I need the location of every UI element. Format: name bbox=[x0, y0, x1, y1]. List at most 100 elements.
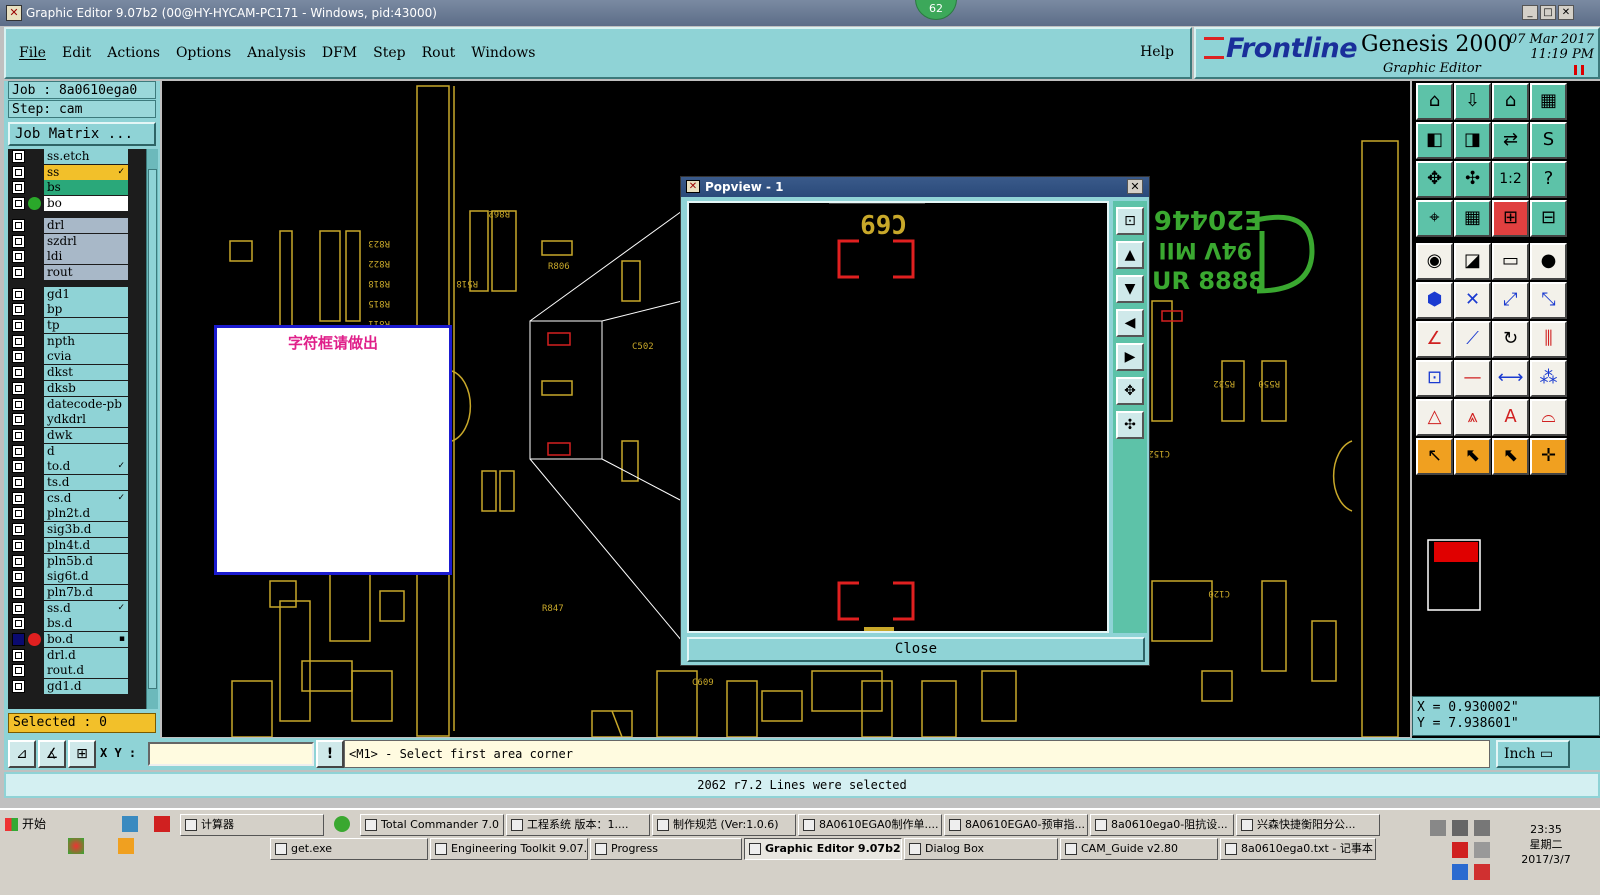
pan-right-tool-icon[interactable]: ◨ bbox=[1454, 122, 1491, 159]
layer-scrollbar[interactable] bbox=[146, 149, 158, 709]
fit-icon[interactable]: ✥ bbox=[1416, 161, 1453, 198]
menu-windows[interactable]: Windows bbox=[471, 45, 535, 61]
layer-checkbox[interactable] bbox=[12, 165, 25, 179]
units-select[interactable]: Inch ▭ bbox=[1496, 740, 1570, 768]
minus-icon[interactable]: — bbox=[1454, 360, 1491, 397]
layer-row[interactable]: rout bbox=[8, 264, 128, 280]
star-icon[interactable] bbox=[118, 838, 134, 854]
layer-checkbox[interactable] bbox=[12, 664, 25, 678]
task-cam-guide[interactable]: CAM_Guide v2.80 bbox=[1060, 838, 1218, 860]
mirror-icon[interactable]: ⇄ bbox=[1492, 122, 1529, 159]
layer-row[interactable]: sig6t.d bbox=[8, 569, 128, 585]
snap-icon[interactable]: S bbox=[1530, 122, 1567, 159]
record-icon[interactable]: ◉ bbox=[1416, 243, 1453, 280]
layer-name[interactable]: gd1 bbox=[44, 286, 128, 302]
layer-name[interactable]: dkst bbox=[44, 365, 128, 381]
connect-icon[interactable]: ⤢ bbox=[1492, 282, 1529, 319]
layer-row[interactable]: gd1.d bbox=[8, 679, 128, 695]
menu-actions[interactable]: Actions bbox=[107, 45, 160, 61]
layer-checkbox[interactable] bbox=[12, 350, 25, 364]
layer-row[interactable]: ss ✓ bbox=[8, 164, 128, 180]
menu-step[interactable]: Step bbox=[373, 45, 405, 61]
letter-a-icon[interactable]: A bbox=[1492, 399, 1529, 436]
popview-canvas[interactable]: C69 bbox=[687, 201, 1109, 633]
layer-row[interactable]: rout.d bbox=[8, 663, 128, 679]
layer-row[interactable]: bs.d bbox=[8, 616, 128, 632]
layer-name[interactable]: dksb bbox=[44, 380, 128, 396]
parallel-icon[interactable]: ⫼ bbox=[1530, 321, 1567, 358]
layer-checkbox[interactable] bbox=[12, 460, 25, 474]
grid-mode-icon[interactable]: ⊞ bbox=[68, 740, 96, 768]
pan-right-icon[interactable]: ▶ bbox=[1116, 343, 1144, 371]
layer-name[interactable]: npth bbox=[44, 333, 128, 349]
line-node-icon[interactable]: ⤡ bbox=[1530, 282, 1567, 319]
pan-left-tool-icon[interactable]: ◧ bbox=[1416, 122, 1453, 159]
distance-icon[interactable]: ⟷ bbox=[1492, 360, 1529, 397]
layer-checkbox[interactable] bbox=[12, 680, 25, 694]
layer-checkbox[interactable] bbox=[12, 554, 25, 568]
layer-toggle-icon[interactable]: ⊞ bbox=[1492, 200, 1529, 237]
menu-options[interactable]: Options bbox=[176, 45, 231, 61]
pointer-move-icon[interactable]: ✛ bbox=[1530, 438, 1567, 475]
pause-icon[interactable] bbox=[1574, 65, 1584, 75]
tray-printer-icon[interactable] bbox=[1430, 820, 1446, 836]
diagonal-icon[interactable]: ⟋ bbox=[1454, 321, 1491, 358]
measure-icon[interactable]: ⌖ bbox=[1416, 200, 1453, 237]
layer-row[interactable]: tp bbox=[8, 318, 128, 333]
layer-checkbox[interactable] bbox=[12, 617, 25, 631]
menu-edit[interactable]: Edit bbox=[62, 45, 91, 61]
menu-help[interactable]: Help bbox=[1140, 44, 1174, 60]
layer-checkbox[interactable] bbox=[12, 507, 25, 521]
layer-name[interactable]: pln5b.d bbox=[44, 553, 128, 569]
layer-checkbox[interactable] bbox=[12, 218, 25, 232]
grid-icon[interactable]: ▦ bbox=[1454, 200, 1491, 237]
start-button[interactable]: 开始 bbox=[2, 814, 58, 836]
zoom-out-icon[interactable]: ✣ bbox=[1116, 411, 1144, 439]
menu-analysis[interactable]: Analysis bbox=[247, 45, 306, 61]
popview-close-icon[interactable]: ✕ bbox=[1127, 179, 1143, 194]
layer-name[interactable]: ydkdrl bbox=[44, 412, 128, 428]
layer-checkbox[interactable] bbox=[12, 150, 25, 163]
layer-row[interactable]: bo bbox=[8, 196, 128, 212]
tray-input-icon[interactable] bbox=[1452, 864, 1468, 880]
maximize-button[interactable]: □ bbox=[1540, 5, 1556, 20]
angle-mode-icon[interactable]: ∡ bbox=[38, 740, 66, 768]
color-icon[interactable]: ◪ bbox=[1454, 243, 1491, 280]
layer-row[interactable]: bp bbox=[8, 302, 128, 318]
layer-name[interactable]: drl.d bbox=[44, 647, 128, 663]
layer-name[interactable]: bo.d ▪ bbox=[44, 632, 128, 647]
task-notepad[interactable]: 8a0610ega0.txt - 记事本 bbox=[1220, 838, 1376, 860]
popview-close-button[interactable]: Close bbox=[687, 637, 1145, 662]
layer-checkbox[interactable] bbox=[12, 523, 25, 537]
tray-app-icon[interactable] bbox=[1452, 842, 1468, 858]
layer-checkbox[interactable] bbox=[12, 585, 25, 599]
arch-icon[interactable]: ⌓ bbox=[1530, 399, 1567, 436]
tray-volume-icon[interactable] bbox=[1474, 842, 1490, 858]
layer-name[interactable]: rout bbox=[44, 264, 128, 280]
layer-row[interactable]: bo.d ▪ bbox=[8, 632, 128, 647]
layer-row[interactable]: pln5b.d bbox=[8, 553, 128, 569]
task-impedance[interactable]: 8a0610ega0-阻抗设... bbox=[1090, 814, 1234, 836]
layer-row[interactable]: datecode-pb bbox=[8, 396, 128, 412]
layer-name[interactable]: tp bbox=[44, 318, 128, 333]
layer-name[interactable]: drl bbox=[44, 217, 128, 233]
layer-name[interactable]: cvia bbox=[44, 349, 128, 365]
layer-name[interactable]: sig6t.d bbox=[44, 569, 128, 585]
layer-row[interactable]: to.d ✓ bbox=[8, 459, 128, 475]
angle-icon[interactable]: ∠ bbox=[1416, 321, 1453, 358]
layer-name[interactable]: datecode-pb bbox=[44, 396, 128, 412]
layer-name[interactable]: pln7b.d bbox=[44, 584, 128, 600]
zoom-fit-icon[interactable]: ✣ bbox=[1454, 161, 1491, 198]
task-review[interactable]: 8A0610EGA0-预审指... bbox=[944, 814, 1088, 836]
layer-row[interactable]: d bbox=[8, 443, 128, 459]
popview-titlebar[interactable]: ✕ Popview - 1 bbox=[681, 177, 1149, 197]
job-matrix-button[interactable]: Job Matrix ... bbox=[8, 122, 156, 146]
menu-rout[interactable]: Rout bbox=[422, 45, 456, 61]
layer-row[interactable]: dwk bbox=[8, 427, 128, 443]
xy-input[interactable] bbox=[148, 742, 314, 766]
layer-name[interactable]: bs.d bbox=[44, 616, 128, 632]
layer-row[interactable]: ts.d bbox=[8, 475, 128, 490]
layer-name[interactable]: pln2t.d bbox=[44, 506, 128, 522]
layer-row[interactable]: bs bbox=[8, 180, 128, 196]
rotate-icon[interactable]: ↻ bbox=[1492, 321, 1529, 358]
